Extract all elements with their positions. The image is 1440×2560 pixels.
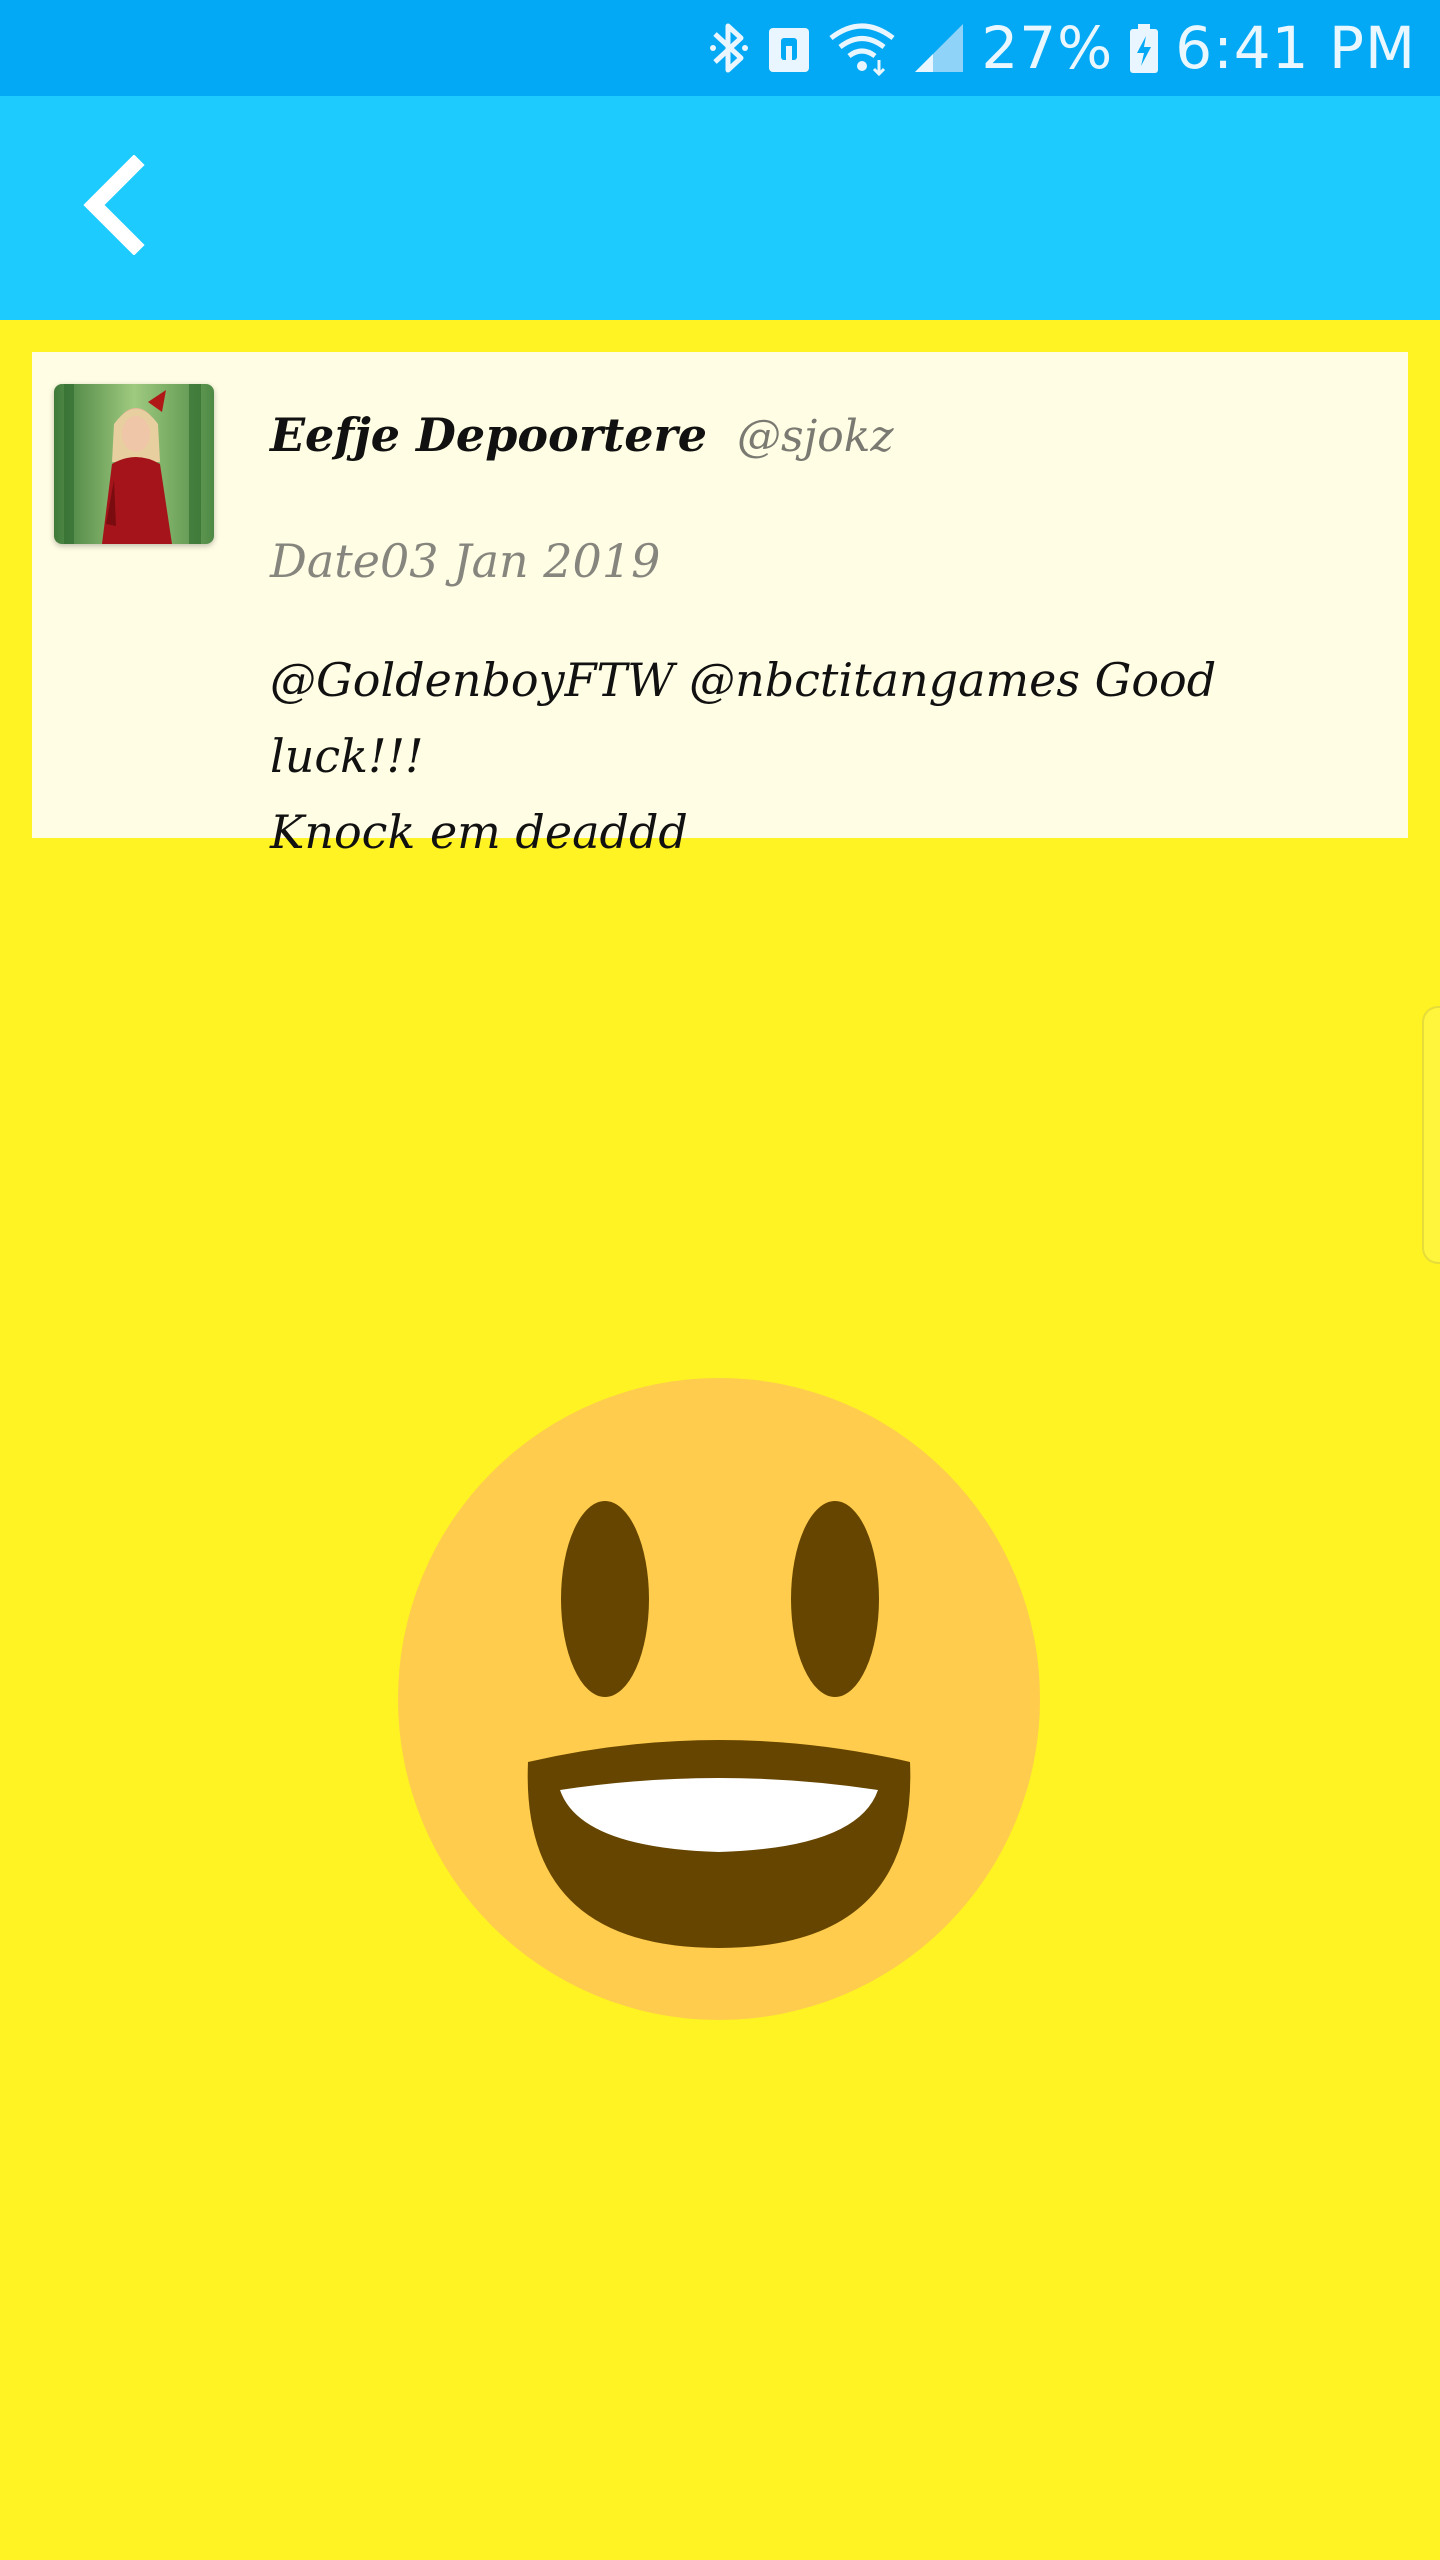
- author-handle[interactable]: @sjokz: [737, 411, 894, 462]
- nfc-icon: [765, 20, 813, 76]
- chevron-left-icon: [83, 155, 145, 255]
- tweet-header: Eefje Depoortere @sjokz: [270, 408, 894, 462]
- tweet-text-line: Knock em deaddd: [270, 805, 688, 859]
- status-icons: 27% 6:41 PM: [707, 0, 1416, 96]
- edge-panel-handle[interactable]: [1422, 1006, 1440, 1264]
- author-name[interactable]: Eefje Depoortere: [270, 408, 707, 462]
- bluetooth-icon: [707, 20, 751, 76]
- wifi-icon: [827, 20, 897, 76]
- signal-icon: [911, 20, 967, 76]
- avatar[interactable]: [54, 384, 214, 544]
- status-bar: 27% 6:41 PM: [0, 0, 1440, 96]
- battery-charging-icon: [1127, 20, 1161, 76]
- tweet-date: Date03 Jan 2019: [270, 534, 661, 588]
- app-bar: [0, 96, 1440, 320]
- tweet-card[interactable]: Eefje Depoortere @sjokz Date03 Jan 2019 …: [32, 352, 1408, 859]
- clock: 6:41 PM: [1175, 14, 1416, 82]
- tweet-text-line: @GoldenboyFTW @nbctitangames Good luck!!…: [270, 653, 1217, 783]
- back-button[interactable]: [58, 150, 168, 260]
- grinning-face-emoji: [398, 1378, 1040, 2020]
- tweet-text: @GoldenboyFTW @nbctitangames Good luck!!…: [270, 642, 1350, 870]
- battery-percent: 27%: [981, 14, 1114, 82]
